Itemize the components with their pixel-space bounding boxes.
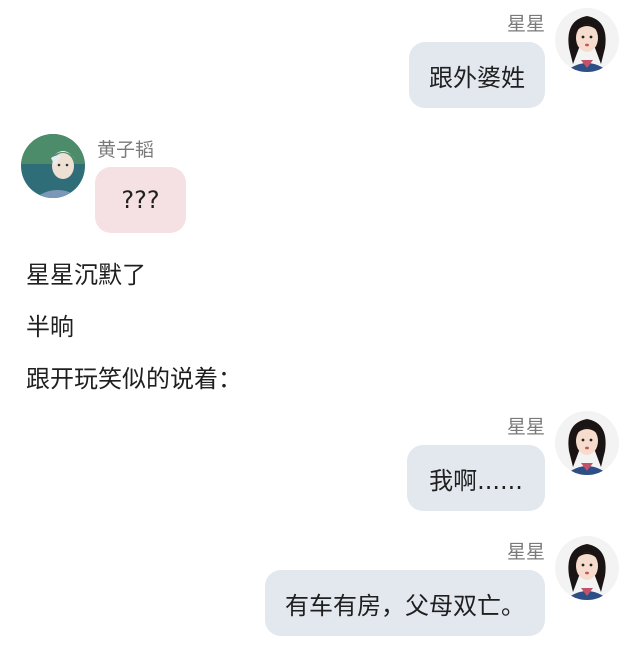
message-bubble[interactable]: 有车有房，父母双亡。	[265, 570, 545, 636]
message-bubble[interactable]: 跟外婆姓	[409, 42, 545, 108]
narration-line: 半晌	[26, 313, 74, 341]
girl-avatar-icon[interactable]	[555, 411, 619, 475]
sender-name: 星星	[506, 541, 545, 563]
message-bubble[interactable]: 我啊......	[407, 445, 545, 511]
sender-name: 黄子韬	[97, 139, 155, 161]
message-bubble[interactable]: ???	[95, 167, 186, 233]
narration-line: 跟开玩笑似的说着：	[26, 365, 242, 393]
sender-name: 星星	[506, 416, 545, 438]
sender-name: 星星	[506, 13, 545, 35]
narration-line: 星星沉默了	[26, 261, 146, 289]
girl-avatar-icon[interactable]	[555, 536, 619, 600]
boy-avatar-icon[interactable]	[21, 134, 85, 198]
girl-avatar-icon[interactable]	[555, 8, 619, 72]
